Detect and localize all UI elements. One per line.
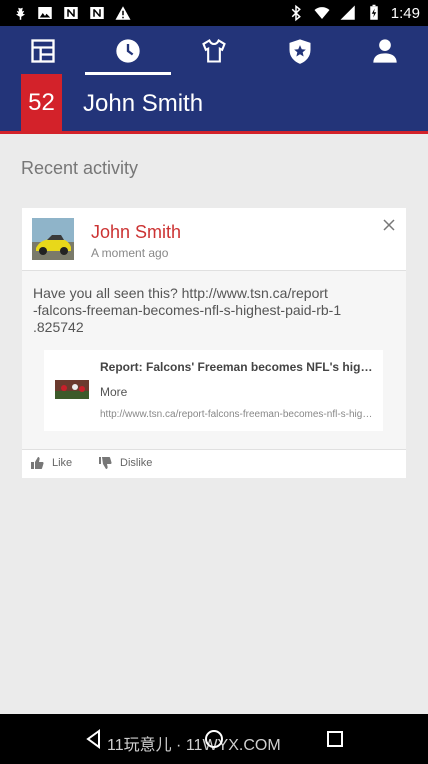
home-icon[interactable] [204,729,224,749]
n-icon [90,7,104,19]
dashboard-icon [31,39,55,63]
link-preview[interactable]: Report: Falcons' Freeman becomes NFL's h… [44,350,383,431]
tab-badge[interactable] [257,26,343,76]
tab-bar [0,26,428,76]
n-icon [64,7,78,19]
activity-card: John Smith A moment ago Have you all see… [22,208,406,478]
shield-star-icon [289,39,311,64]
like-button[interactable]: Like [30,456,72,470]
app-header: 52 John Smith [0,26,428,131]
avatar[interactable] [32,218,74,260]
close-icon[interactable] [382,218,396,232]
person-icon [373,39,397,63]
card-body: Have you all seen this? http://www.tsn.c… [22,271,406,449]
player-name: John Smith [83,90,204,117]
jersey-icon [202,39,226,63]
signal-icon [340,5,355,20]
tab-dashboard[interactable] [0,26,86,76]
header-accent-line [0,131,428,134]
active-tab-indicator [85,72,171,75]
status-bar: 1:49 [0,0,428,26]
dislike-label: Dislike [120,457,153,469]
link-url: http://www.tsn.ca/report-falcons-freeman… [100,409,375,420]
section-title: Recent activity [21,158,139,178]
link-title: Report: Falcons' Freeman becomes NFL's h… [100,360,375,374]
link-more[interactable]: More [100,385,127,399]
maple-leaf-icon [16,5,25,20]
thumbs-down-icon [99,457,112,469]
bluetooth-icon [291,4,301,22]
like-label: Like [52,457,73,469]
recents-icon[interactable] [325,729,345,749]
tab-recent[interactable] [85,26,171,76]
dislike-button[interactable]: Dislike [98,456,152,470]
post-author[interactable]: John Smith [91,222,181,243]
back-icon[interactable] [84,729,104,749]
link-thumbnail [55,380,89,399]
card-actions: Like Dislike [22,450,406,478]
tab-jersey[interactable] [171,26,257,76]
post-text: Have you all seen this? http://www.tsn.c… [33,285,342,335]
watermark: 11玩意儿 · 11WYX.COM [107,737,281,754]
clock-icon [116,39,140,63]
image-icon [38,7,52,19]
battery-icon [370,4,378,20]
tab-profile[interactable] [342,26,428,76]
jersey-number-badge: 52 [21,74,62,131]
system-nav-bar: 11玩意儿 · 11WYX.COM [0,714,428,764]
warning-icon [115,6,131,20]
post-timestamp: A moment ago [91,246,169,260]
wifi-icon [314,7,330,19]
status-time: 1:49 [390,4,420,22]
thumbs-up-icon [31,457,44,469]
card-header: John Smith A moment ago [22,208,406,270]
